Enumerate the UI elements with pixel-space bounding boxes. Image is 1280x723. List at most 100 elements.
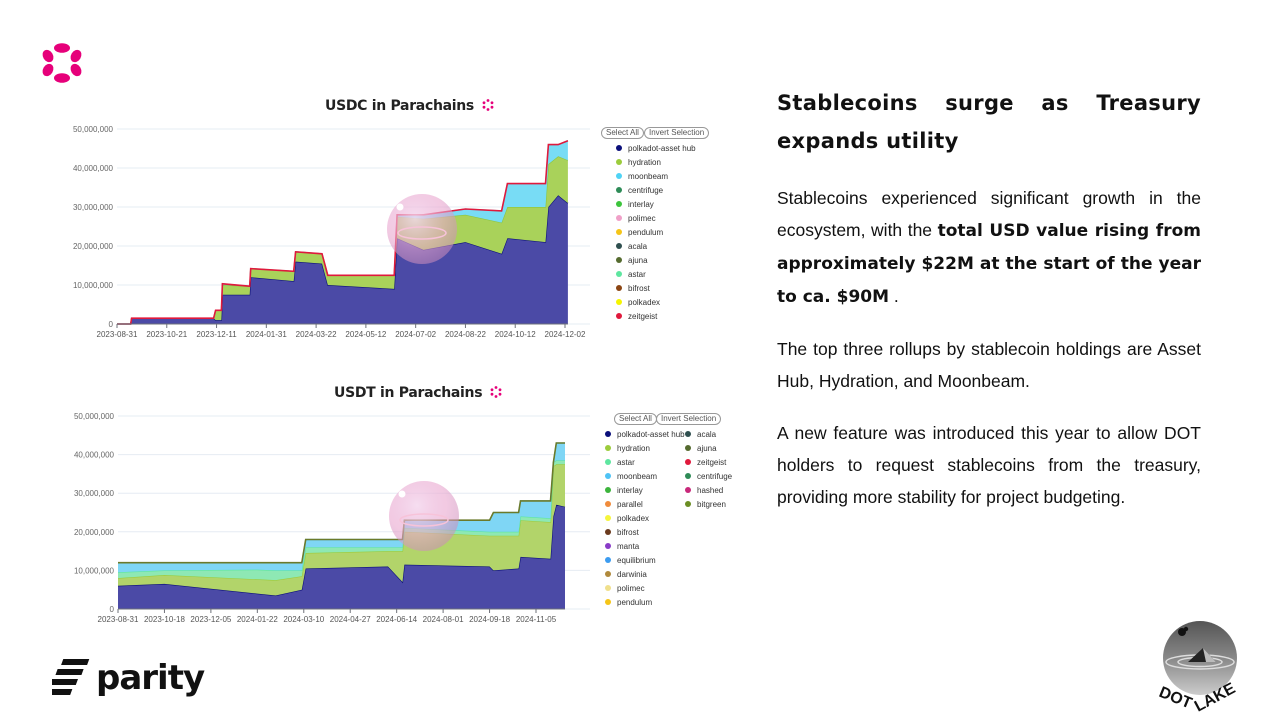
- legend-item-centrifuge[interactable]: centrifuge: [616, 184, 694, 198]
- legend-item-acala[interactable]: acala: [616, 240, 694, 254]
- dotlake-logo: DOT LAKE: [1148, 618, 1258, 718]
- legend-item-bitgreen[interactable]: bitgreen: [685, 498, 732, 512]
- legend-label: manta: [617, 542, 640, 551]
- legend-column: polkadot-asset hub hydration moonbeam centr…: [616, 142, 696, 324]
- legend-label: acala: [628, 242, 648, 251]
- text-panel: Stablecoins surge as Treasury expands ut…: [777, 84, 1201, 513]
- dotlake-watermark-icon: [387, 194, 457, 264]
- usdt-invert-selection-button[interactable]: Invert Selection: [656, 413, 722, 425]
- paragraph-treasury-feature: A new feature was introduced this year t…: [777, 423, 1201, 507]
- legend-label: polimec: [628, 214, 656, 223]
- usdt-select-all-button[interactable]: Select All: [614, 413, 657, 425]
- legend-swatch-icon: [616, 159, 622, 165]
- legend-item-equilibrium[interactable]: equilibrium: [605, 554, 683, 568]
- y-tick-label: 10,000,000: [74, 566, 115, 575]
- legend-item-manta[interactable]: manta: [605, 540, 683, 554]
- y-tick-label: 50,000,000: [74, 412, 115, 421]
- legend-item-pendulum[interactable]: pendulum: [605, 596, 683, 610]
- legend-item-interlay[interactable]: interlay: [616, 198, 694, 212]
- x-tick-label: 2023-08-31: [97, 330, 138, 339]
- legend-label: hydration: [617, 444, 650, 453]
- legend-label: bifrost: [617, 528, 639, 537]
- legend-label: bitgreen: [697, 500, 726, 509]
- dotlake-sphere-icon: DOT LAKE: [1157, 621, 1239, 716]
- legend-item-polkadot-asset-hub[interactable]: polkadot-asset hub: [616, 142, 696, 156]
- legend-swatch-icon: [616, 173, 622, 179]
- legend-label: polkadot-asset hub: [617, 430, 685, 439]
- x-tick-label: 2024-01-22: [237, 615, 278, 624]
- legend-column: polkadot-asset hub hydration astar moonbeam…: [605, 428, 685, 610]
- legend-swatch-icon: [605, 529, 611, 535]
- legend-item-bifrost[interactable]: bifrost: [616, 282, 694, 296]
- usdc-area-chart: 0 10,000,000 20,000,000 30,000,000 40,000,00…: [73, 125, 590, 339]
- legend-swatch-icon: [616, 299, 622, 305]
- legend-item-hydration[interactable]: hydration: [605, 442, 683, 456]
- y-tick-label: 0: [109, 320, 114, 329]
- legend-item-centrifuge[interactable]: centrifuge: [685, 470, 732, 484]
- legend-item-astar[interactable]: astar: [616, 268, 694, 282]
- x-tick-label: 2024-05-12: [345, 330, 386, 339]
- legend-label: zeitgeist: [697, 458, 727, 467]
- legend-swatch-icon: [605, 557, 611, 563]
- legend-column: acala ajuna zeitgeist centrifuge hashed bitgr…: [685, 428, 732, 512]
- x-tick-label: 2023-12-05: [190, 615, 231, 624]
- legend-item-zeitgeist[interactable]: zeitgeist: [685, 456, 732, 470]
- legend-item-polkadot-asset-hub[interactable]: polkadot-asset hub: [605, 428, 685, 442]
- legend-item-ajuna[interactable]: ajuna: [685, 442, 732, 456]
- legend-swatch-icon: [605, 571, 611, 577]
- legend-swatch-icon: [685, 459, 691, 465]
- legend-swatch-icon: [616, 229, 622, 235]
- legend-label: centrifuge: [628, 186, 664, 195]
- legend-label: polkadex: [628, 298, 661, 307]
- legend-item-polimec[interactable]: polimec: [605, 582, 683, 596]
- legend-item-polkadex[interactable]: polkadex: [616, 296, 694, 310]
- legend-item-parallel[interactable]: parallel: [605, 498, 683, 512]
- watermark-dot: [396, 203, 404, 211]
- legend-item-moonbeam[interactable]: moonbeam: [616, 170, 694, 184]
- legend-item-darwinia[interactable]: darwinia: [605, 568, 683, 582]
- x-tick-label: 2024-07-02: [395, 330, 436, 339]
- legend-swatch-icon: [685, 473, 691, 479]
- usdc-select-all-button[interactable]: Select All: [601, 127, 644, 139]
- legend-label: ajuna: [628, 256, 648, 265]
- legend-label: polkadot-asset hub: [628, 144, 696, 153]
- legend-item-zeitgeist[interactable]: zeitgeist: [616, 310, 694, 324]
- usdc-legend: polkadot-asset hub hydration moonbeam centr…: [616, 142, 696, 324]
- legend-label: interlay: [628, 200, 654, 209]
- legend-swatch-icon: [605, 515, 611, 521]
- x-tick-label: 2024-11-05: [516, 615, 557, 624]
- legend-item-hydration[interactable]: hydration: [616, 156, 694, 170]
- legend-label: interlay: [617, 486, 643, 495]
- slide-heading: Stablecoins surge as Treasury expands ut…: [777, 91, 1201, 153]
- x-tick-label: 2024-10-12: [495, 330, 536, 339]
- legend-label: polimec: [617, 584, 645, 593]
- legend-label: centrifuge: [697, 472, 733, 481]
- y-tick-label: 40,000,000: [73, 164, 114, 173]
- x-tick-label: 2023-08-31: [98, 615, 139, 624]
- legend-item-ajuna[interactable]: ajuna: [616, 254, 694, 268]
- usdt-area-chart: 0 10,000,000 20,000,000 30,000,000 40,000,00…: [74, 412, 590, 624]
- x-tick-label: 2024-12-02: [545, 330, 586, 339]
- x-tick-label: 2024-06-14: [376, 615, 417, 624]
- usdc-invert-selection-button[interactable]: Invert Selection: [644, 127, 710, 139]
- legend-item-astar[interactable]: astar: [605, 456, 683, 470]
- watermark-dot: [398, 490, 406, 498]
- legend-swatch-icon: [605, 487, 611, 493]
- legend-label: pendulum: [628, 228, 664, 237]
- x-tick-label: 2024-08-01: [423, 615, 464, 624]
- legend-item-interlay[interactable]: interlay: [605, 484, 683, 498]
- legend-item-bifrost[interactable]: bifrost: [605, 526, 683, 540]
- legend-label: equilibrium: [617, 556, 656, 565]
- legend-item-hashed[interactable]: hashed: [685, 484, 732, 498]
- y-tick-label: 10,000,000: [73, 281, 114, 290]
- legend-item-pendulum[interactable]: pendulum: [616, 226, 694, 240]
- legend-item-polkadex[interactable]: polkadex: [605, 512, 683, 526]
- parity-logo-text: parity: [96, 658, 205, 698]
- legend-item-polimec[interactable]: polimec: [616, 212, 694, 226]
- usdt-legend: polkadot-asset hub hydration astar moonbeam…: [605, 428, 735, 610]
- legend-item-acala[interactable]: acala: [685, 428, 732, 442]
- legend-label: astar: [617, 458, 635, 467]
- legend-label: parallel: [617, 500, 643, 509]
- legend-item-moonbeam[interactable]: moonbeam: [605, 470, 683, 484]
- legend-label: astar: [628, 270, 646, 279]
